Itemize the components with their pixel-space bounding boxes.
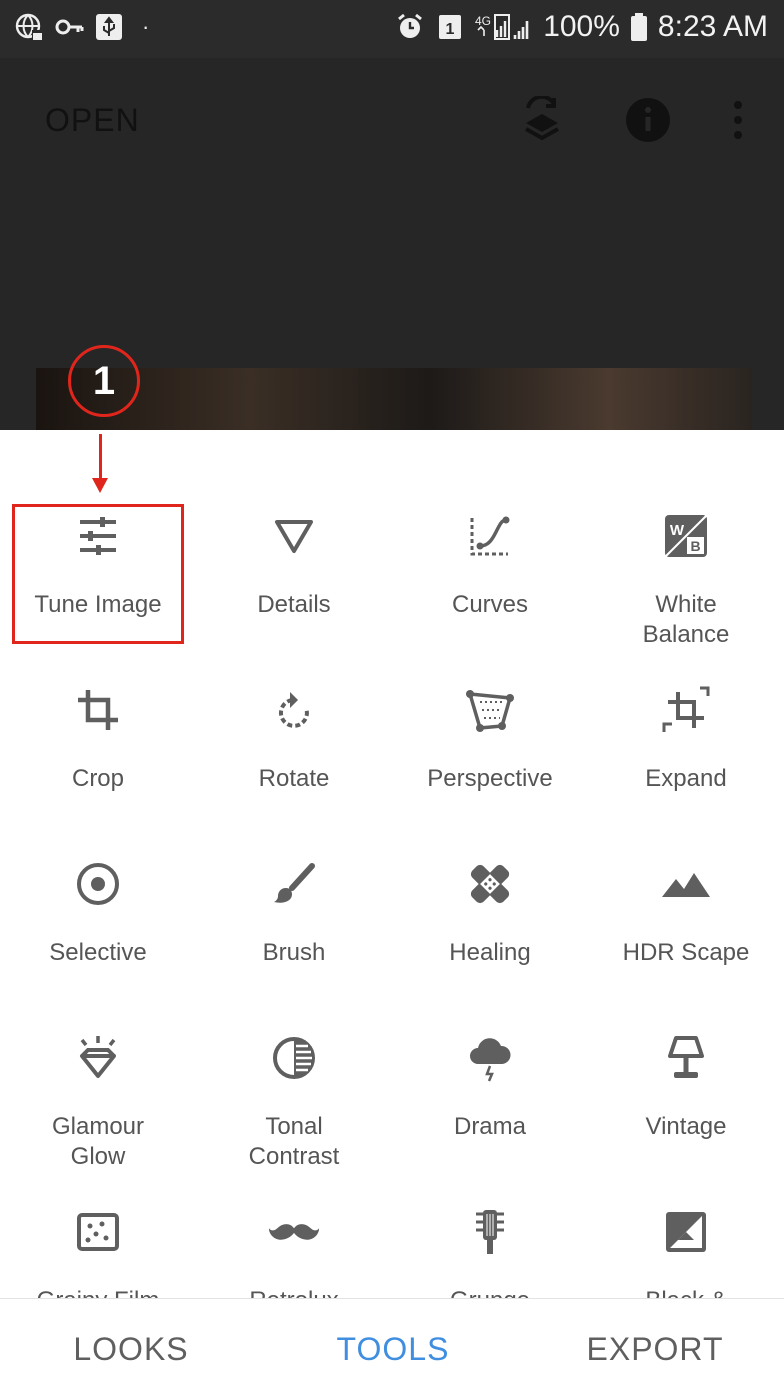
white-balance-icon: WB <box>660 510 712 562</box>
mountain-icon <box>660 858 712 910</box>
mustache-icon <box>268 1206 320 1258</box>
tool-label: Curves <box>451 591 529 618</box>
tool-label: Black & <box>588 1286 784 1298</box>
tool-label: Grainy Film <box>0 1286 196 1298</box>
svg-text:W: W <box>670 522 685 539</box>
tool-crop[interactable]: Crop <box>0 684 196 854</box>
open-button[interactable]: OPEN <box>45 102 140 139</box>
tool-label: Selective <box>49 939 147 966</box>
key-icon <box>54 12 84 42</box>
svg-text:B: B <box>690 538 700 554</box>
vintage-lamp-icon <box>660 1032 712 1084</box>
tool-selective[interactable]: Selective <box>0 858 196 1028</box>
selective-icon <box>72 858 124 910</box>
brush-icon <box>268 858 320 910</box>
tool-rotate[interactable]: Rotate <box>196 684 392 854</box>
grunge-guitar-icon <box>464 1206 516 1258</box>
details-triangle-icon <box>268 510 320 562</box>
tool-label: Brush <box>262 939 326 966</box>
annotation-arrow-line <box>99 434 102 480</box>
tool-label: Details <box>257 591 331 618</box>
tool-label: Rotate <box>258 765 330 792</box>
usb-icon <box>94 12 124 42</box>
tool-retrolux[interactable]: Retrolux <box>196 1206 392 1298</box>
battery-percent: 100% <box>543 10 620 43</box>
crop-icon <box>72 684 124 736</box>
tool-healing[interactable]: Healing <box>392 858 588 1028</box>
tool-label: Retrolux <box>196 1286 392 1298</box>
tool-label: White Balance <box>642 591 730 648</box>
tool-vintage[interactable]: Vintage <box>588 1032 784 1202</box>
black-white-icon <box>660 1206 712 1258</box>
clock: 8:23 AM <box>657 10 768 43</box>
tab-looks[interactable]: LOOKS <box>0 1299 262 1399</box>
tab-export[interactable]: EXPORT <box>524 1299 784 1399</box>
tool-label: Healing <box>449 939 531 966</box>
tool-label: Crop <box>71 765 125 792</box>
bottom-navigation: LOOKS TOOLS EXPORT <box>0 1298 784 1398</box>
grainy-film-icon <box>72 1206 124 1258</box>
battery-icon <box>630 12 648 42</box>
glamour-glow-icon <box>72 1032 124 1084</box>
tool-hdr-scape[interactable]: HDR Scape <box>588 858 784 1028</box>
tool-curves[interactable]: Curves <box>392 510 588 680</box>
signal-4g-icon: 4G <box>475 12 533 42</box>
tool-glamour-glow[interactable]: Glamour Glow <box>0 1032 196 1202</box>
tool-label: Tonal Contrast <box>248 1113 340 1170</box>
tune-image-highlight-box <box>12 504 184 644</box>
drama-cloud-icon <box>464 1032 516 1084</box>
tool-perspective[interactable]: Perspective <box>392 684 588 854</box>
tool-black-white[interactable]: Black & <box>588 1206 784 1298</box>
tool-grainy-film[interactable]: Grainy Film <box>0 1206 196 1298</box>
tool-grunge[interactable]: Grunge <box>392 1206 588 1298</box>
svg-text:1: 1 <box>446 21 455 38</box>
tool-label: HDR Scape <box>622 939 750 966</box>
tool-details[interactable]: Details <box>196 510 392 680</box>
tool-white-balance[interactable]: WB White Balance <box>588 510 784 680</box>
tool-tonal-contrast[interactable]: Tonal Contrast <box>196 1032 392 1202</box>
notification-dot: · <box>142 14 150 39</box>
info-icon[interactable] <box>624 96 672 144</box>
curves-icon <box>464 510 516 562</box>
healing-icon <box>464 858 516 910</box>
tool-drama[interactable]: Drama <box>392 1032 588 1202</box>
status-bar: · 1 4G 100% 8:23 AM <box>0 0 784 58</box>
step-number-badge: 1 <box>68 345 140 417</box>
tool-label: Glamour Glow <box>51 1113 145 1170</box>
layers-history-icon[interactable] <box>518 96 566 144</box>
photo-preview <box>36 368 752 430</box>
perspective-icon <box>464 684 516 736</box>
expand-icon <box>660 684 712 736</box>
globe-vpn-icon <box>14 12 44 42</box>
tool-brush[interactable]: Brush <box>196 858 392 1028</box>
annotation-arrow-head <box>92 478 108 493</box>
tonal-contrast-icon <box>268 1032 320 1084</box>
sim-1-icon: 1 <box>435 12 465 42</box>
tool-label: Expand <box>645 765 727 792</box>
more-options-icon[interactable] <box>714 96 762 144</box>
tab-tools[interactable]: TOOLS <box>262 1299 524 1399</box>
tool-label: Drama <box>453 1113 526 1140</box>
tool-label: Vintage <box>645 1113 727 1140</box>
tool-label: Perspective <box>427 765 553 792</box>
svg-text:4G: 4G <box>475 14 491 28</box>
alarm-icon <box>395 12 425 42</box>
rotate-icon <box>268 684 320 736</box>
tool-expand[interactable]: Expand <box>588 684 784 854</box>
tool-label: Grunge <box>392 1286 588 1298</box>
